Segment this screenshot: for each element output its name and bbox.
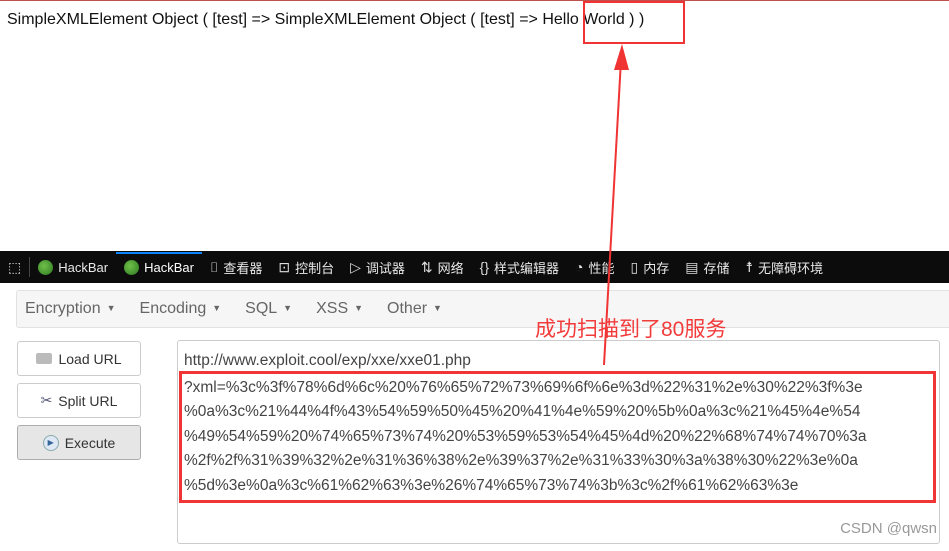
annotation-text: 成功扫描到了80服务 bbox=[535, 318, 727, 341]
watermark: CSDN @qwsn bbox=[840, 520, 937, 537]
arrow-head bbox=[614, 44, 629, 70]
annotation-arrow bbox=[603, 44, 629, 366]
